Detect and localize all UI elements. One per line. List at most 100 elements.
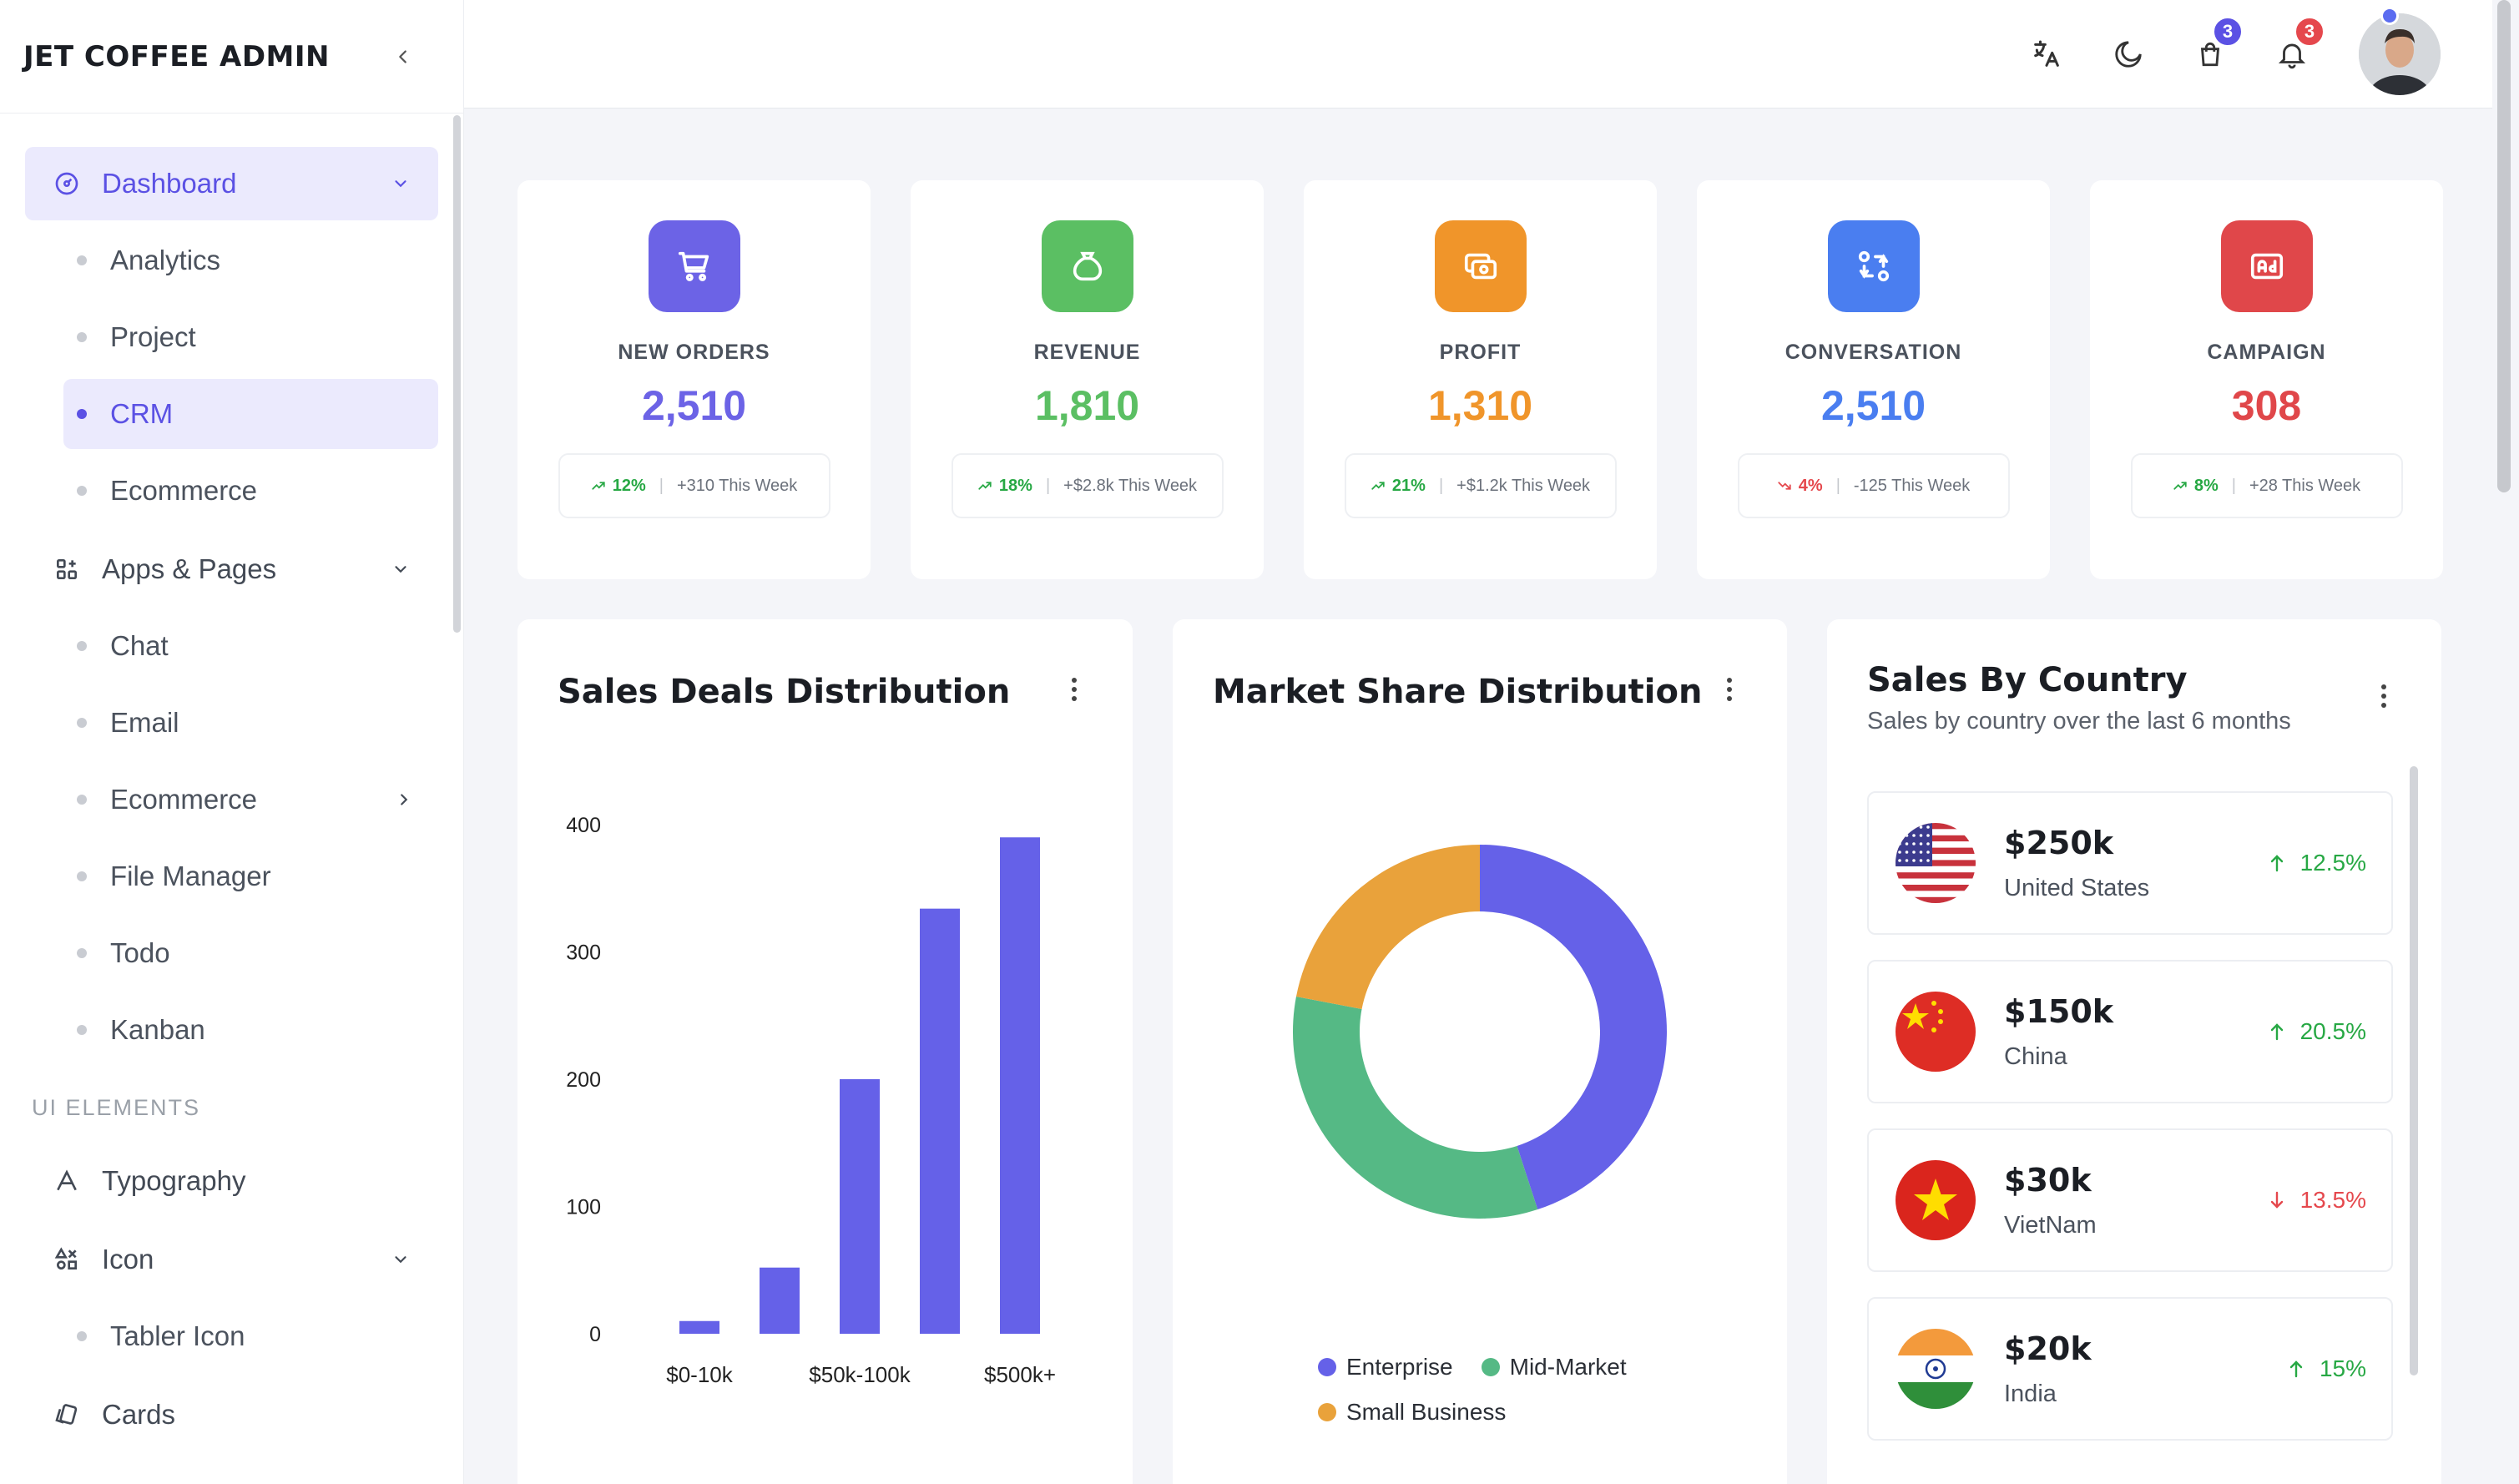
pill-separator: | [1438, 476, 1444, 495]
stat-note: +28 This Week [2249, 476, 2361, 495]
sidebar-item-label: Typography [102, 1165, 246, 1196]
cards-icon [52, 1400, 82, 1430]
stat-label: REVENUE [1033, 341, 1141, 364]
chart-legend: Enterprise Mid-Market Small Business [1318, 1354, 1719, 1444]
cart-button[interactable]: 3 [2188, 16, 2244, 76]
dots-vertical-icon [2381, 684, 2386, 708]
bullet-dot [77, 486, 87, 496]
x-tick-label: $0-10k [666, 1362, 733, 1387]
sidebar-subitem-label: Todo [110, 937, 170, 968]
translate-button[interactable] [2025, 33, 2068, 76]
chevron-right-icon [395, 784, 413, 815]
country-row[interactable]: $250k United States 12.5% [1867, 791, 2393, 935]
sidebar-scrollbar[interactable] [453, 115, 461, 633]
notification-count-badge: 3 [2294, 16, 2325, 48]
stat-percent: 12% [612, 476, 646, 495]
stat-trend-pill: 8% | +28 This Week [2130, 453, 2403, 518]
stat-trend-pill: 4% | -125 This Week [1737, 453, 2010, 518]
stat-percent: 8% [2193, 476, 2219, 495]
cart-count-badge: 3 [2212, 16, 2244, 48]
china-flag [1896, 992, 1976, 1072]
sidebar-subitem-ecommerce-app[interactable]: Ecommerce [25, 765, 438, 835]
country-name: India [2004, 1380, 2057, 1407]
bar-$10k-50k[interactable] [760, 1267, 800, 1334]
avatar-person-icon [2359, 13, 2441, 95]
sidebar-subitem-todo[interactable]: Todo [25, 918, 438, 988]
legend-item[interactable]: Small Business [1318, 1399, 1506, 1426]
chevron-down-icon [388, 557, 413, 582]
theme-toggle-button[interactable] [2107, 33, 2150, 76]
bar-$50k-100k[interactable] [840, 1079, 880, 1334]
legend-item[interactable]: Enterprise [1318, 1354, 1453, 1381]
country-change: 13.5% [2269, 1187, 2366, 1214]
pill-separator: | [2231, 476, 2236, 495]
country-row[interactable]: $150k China 20.5% [1867, 960, 2393, 1103]
stat-note: -125 This Week [1853, 476, 1971, 495]
sidebar-subitem-project[interactable]: Project [25, 302, 438, 372]
page-scrollbar[interactable] [2497, 0, 2511, 492]
country-info: $20k India [2004, 1330, 2288, 1408]
trending-up-icon [2173, 478, 2188, 493]
sidebar-subitem-analytics[interactable]: Analytics [25, 225, 438, 295]
sidebar-item-dashboard[interactable]: Dashboard [25, 147, 438, 220]
card-subtitle: Sales by country over the last 6 months [1867, 708, 2291, 734]
stat-value: 1,810 [1034, 382, 1140, 429]
y-tick-label: 100 [566, 1196, 601, 1219]
brand-title: JET COFFEE ADMIN [23, 39, 330, 73]
sidebar-subitem-tabler-icon[interactable]: Tabler Icon [25, 1301, 438, 1371]
sidebar-subitem-kanban[interactable]: Kanban [25, 995, 438, 1065]
stat-card-conversation: CONVERSATION 2,510 4% | -125 This Week [1697, 180, 2050, 579]
sidebar-subitem-ecommerce[interactable]: Ecommerce [25, 456, 438, 526]
legend-label: Small Business [1346, 1399, 1507, 1425]
country-row[interactable]: $20k India 15% [1867, 1297, 2393, 1441]
bar-$100k-500k[interactable] [920, 908, 960, 1334]
sidebar-subitem-file-manager[interactable]: File Manager [25, 841, 438, 911]
card-title: Sales By Country [1867, 661, 2188, 699]
country-list-scrollbar[interactable] [2410, 766, 2418, 1375]
pill-separator: | [1045, 476, 1051, 495]
arrow-up-icon [2288, 1360, 2304, 1378]
stat-card-new-orders: NEW ORDERS 2,510 12% | +310 This Week [517, 180, 871, 579]
ad-icon [2220, 220, 2313, 312]
y-tick-label: 400 [566, 814, 601, 837]
sidebar-subitem-crm[interactable]: CRM [63, 379, 438, 449]
cart-icon [648, 220, 740, 312]
bullet-dot [77, 409, 87, 419]
bar-$0-10k[interactable] [679, 1320, 719, 1334]
legend-swatch [1318, 1358, 1336, 1376]
top-header: 3 3 [464, 0, 2492, 109]
collapse-sidebar-button[interactable] [386, 40, 420, 73]
bar-$500k+[interactable] [1000, 837, 1040, 1334]
country-change-value: 12.5% [2299, 850, 2366, 876]
arrow-up-icon [2269, 1022, 2285, 1041]
legend-item[interactable]: Mid-Market [1481, 1354, 1627, 1381]
stat-note: +$1.2k This Week [1456, 476, 1591, 495]
sidebar-subitem-chat[interactable]: Chat [25, 611, 438, 681]
stat-card-profit: PROFIT 1,310 21% | +$1.2k This Week [1304, 180, 1657, 579]
sidebar-item-typography[interactable]: Typography [25, 1144, 438, 1218]
sidebar-subitem-email[interactable]: Email [25, 688, 438, 758]
country-info: $30k VietNam [2004, 1162, 2269, 1239]
sidebar-item-icon[interactable]: Icon [25, 1223, 438, 1296]
stat-card-revenue: REVENUE 1,810 18% | +$2.8k This Week [911, 180, 1264, 579]
sidebar-subitem-label: Chat [110, 630, 169, 661]
stat-card-campaign: CAMPAIGN 308 8% | +28 This Week [2090, 180, 2443, 579]
country-row[interactable]: $30k VietNam 13.5% [1867, 1128, 2393, 1272]
donut-slice-mid-market[interactable] [1293, 997, 1538, 1219]
country-amount: $250k [2004, 824, 2114, 861]
stat-label: NEW ORDERS [618, 341, 770, 364]
more-options-button[interactable] [2371, 679, 2396, 713]
x-tick-label: $500k+ [984, 1362, 1056, 1387]
icons-shapes-icon [52, 1244, 82, 1275]
bullet-dot [77, 1025, 87, 1035]
sidebar-subitem-label: Ecommerce [110, 784, 258, 815]
sidebar-item-label: Dashboard [102, 168, 237, 199]
notifications-button[interactable]: 3 [2270, 16, 2325, 76]
country-change-value: 20.5% [2299, 1018, 2366, 1044]
user-avatar[interactable] [2359, 13, 2441, 95]
sidebar-item-apps-pages[interactable]: Apps & Pages [25, 533, 438, 606]
sidebar-item-cards[interactable]: Cards [25, 1378, 438, 1451]
sidebar-item-label: Cards [102, 1399, 176, 1430]
arrow-down-icon [2269, 1191, 2285, 1209]
donut-slice-small-business[interactable] [1295, 845, 1480, 1010]
